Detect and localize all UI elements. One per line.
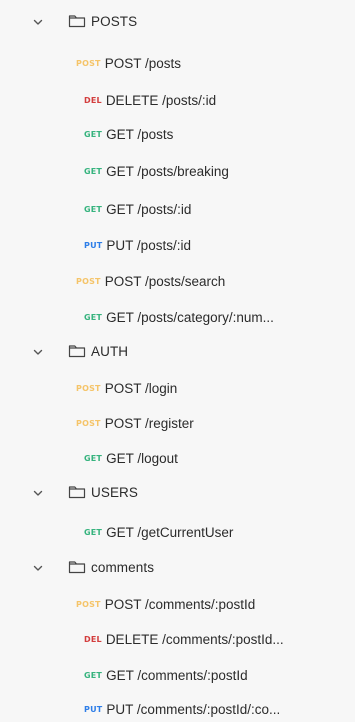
method-badge: GET <box>84 670 103 680</box>
method-badge: GET <box>84 204 103 214</box>
request-item[interactable]: GET GET /posts/:id <box>0 197 355 221</box>
request-label: DELETE /posts/:id <box>105 92 217 108</box>
request-item[interactable]: DEL DELETE /comments/:postId... <box>0 627 355 651</box>
chevron-down-icon[interactable] <box>32 16 44 28</box>
method-badge: POST <box>76 58 101 68</box>
collection-tree: POSTS POST POST /posts DEL DELETE /posts… <box>0 0 355 722</box>
request-label: PUT /comments/:postId/:co... <box>106 701 281 717</box>
request-item[interactable]: GET GET /posts/category/:num... <box>0 305 355 329</box>
folder-label: AUTH <box>91 344 129 359</box>
folder-icon <box>68 486 86 499</box>
folder-label: comments <box>91 560 155 575</box>
request-item[interactable]: POST POST /posts <box>0 51 355 75</box>
request-label: GET /posts/category/:num... <box>106 309 274 325</box>
method-badge: POST <box>76 599 101 609</box>
request-item[interactable]: GET GET /posts/breaking <box>0 159 355 183</box>
request-item[interactable]: PUT PUT /posts/:id <box>0 233 355 257</box>
folder-label: POSTS <box>91 14 138 29</box>
folder-auth[interactable]: AUTH <box>0 340 355 364</box>
chevron-down-icon[interactable] <box>32 562 44 574</box>
request-label: GET /getCurrentUser <box>106 524 234 540</box>
method-badge: POST <box>76 418 101 428</box>
method-badge: DEL <box>84 95 102 105</box>
request-label: POST /comments/:postId <box>104 596 256 612</box>
method-badge: GET <box>84 129 103 139</box>
method-badge: GET <box>84 527 103 537</box>
request-label: POST /register <box>104 415 194 431</box>
folder-users[interactable]: USERS <box>0 481 355 505</box>
folder-icon <box>68 561 86 574</box>
method-badge: POST <box>76 276 101 286</box>
request-label: POST /login <box>104 380 178 396</box>
request-label: POST /posts/search <box>104 273 226 289</box>
chevron-down-icon[interactable] <box>32 346 44 358</box>
request-item[interactable]: GET GET /getCurrentUser <box>0 520 355 544</box>
request-item[interactable]: GET GET /logout <box>0 446 355 470</box>
request-item[interactable]: POST POST /login <box>0 376 355 400</box>
request-item[interactable]: POST POST /register <box>0 411 355 435</box>
method-badge: GET <box>84 453 103 463</box>
request-label: GET /posts <box>106 126 174 142</box>
method-badge: GET <box>84 166 103 176</box>
folder-icon <box>68 345 86 358</box>
request-label: DELETE /comments/:postId... <box>105 631 284 647</box>
method-badge: DEL <box>84 634 102 644</box>
folder-posts[interactable]: POSTS <box>0 10 355 34</box>
method-badge: GET <box>84 312 103 322</box>
request-item[interactable]: GET GET /posts <box>0 122 355 146</box>
request-label: GET /posts/breaking <box>106 163 229 179</box>
request-label: GET /comments/:postId <box>106 667 248 683</box>
folder-label: USERS <box>91 485 139 500</box>
request-label: GET /logout <box>106 450 178 466</box>
method-badge: PUT <box>84 240 103 250</box>
chevron-down-icon[interactable] <box>32 487 44 499</box>
request-item[interactable]: PUT PUT /comments/:postId/:co... <box>0 697 355 721</box>
request-item[interactable]: DEL DELETE /posts/:id <box>0 88 355 112</box>
folder-icon <box>68 15 86 28</box>
request-label: PUT /posts/:id <box>106 237 191 253</box>
folder-comments[interactable]: comments <box>0 556 355 580</box>
request-item[interactable]: GET GET /comments/:postId <box>0 663 355 687</box>
method-badge: POST <box>76 383 101 393</box>
request-item[interactable]: POST POST /posts/search <box>0 269 355 293</box>
method-badge: PUT <box>84 704 103 714</box>
request-item[interactable]: POST POST /comments/:postId <box>0 592 355 616</box>
request-label: GET /posts/:id <box>106 201 192 217</box>
request-label: POST /posts <box>104 55 181 71</box>
